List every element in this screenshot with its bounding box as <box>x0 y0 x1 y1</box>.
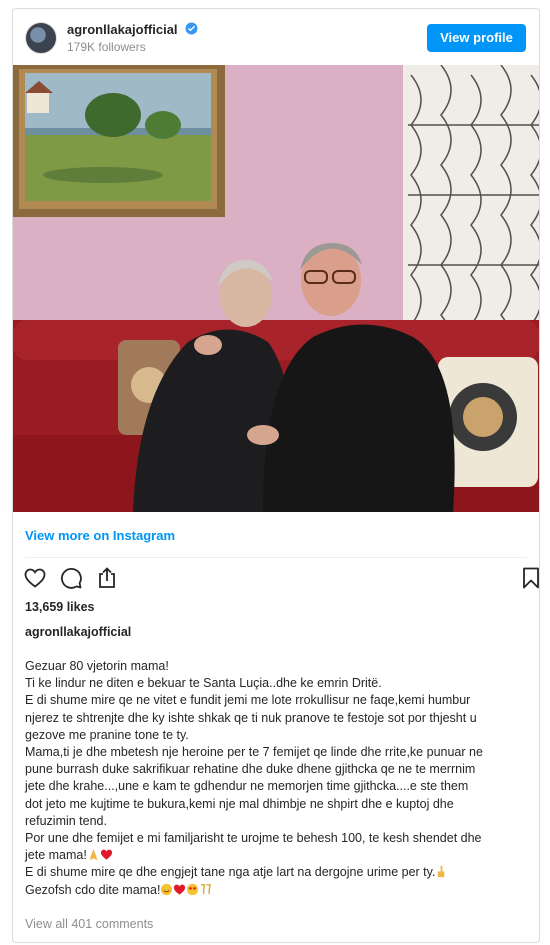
post-photo[interactable] <box>13 65 539 512</box>
caption-text: Gezofsh cdo dite mama! <box>25 882 161 897</box>
caption-text: E di shume mire qe dhe engjejt tane nga … <box>25 865 436 880</box>
verified-badge-icon <box>185 22 198 35</box>
avatar[interactable] <box>25 22 57 54</box>
heart-eyes-icon <box>187 883 199 895</box>
champagne-icon <box>201 883 212 894</box>
caption-line: dot jeto me kujtime te bukura,kemi nje m… <box>25 796 454 811</box>
caption-text: jete mama! <box>25 848 87 863</box>
instagram-embed-card: agronllakajofficial 179K followers View … <box>12 8 540 943</box>
view-profile-button[interactable]: View profile <box>427 24 526 52</box>
followers-count: 179K followers <box>67 40 146 54</box>
red-heart-icon <box>100 849 112 860</box>
caption-line-with-emoji: E di shume mire qe dhe engjejt tane nga … <box>25 864 531 881</box>
heart-outline-icon[interactable] <box>23 566 47 590</box>
comment-icon[interactable] <box>59 566 83 590</box>
post-header: agronllakajofficial 179K followers View … <box>13 9 539 65</box>
caption-line-with-emoji: jete mama! <box>25 847 531 864</box>
divider <box>25 557 527 558</box>
caption-line: Gezuar 80 vjetorin mama! <box>25 659 169 673</box>
caption-author[interactable]: agronllakajofficial <box>25 625 131 639</box>
caption-line: njerez te shtrenjte dhe ky ishte shkak q… <box>25 710 477 725</box>
caption-line: Ti ke lindur ne diten e bekuar te Santa … <box>25 676 382 691</box>
view-more-link[interactable]: View more on Instagram <box>25 528 175 543</box>
caption-line: Por une dhe femijet e mi familjarisht te… <box>25 831 482 846</box>
bookmark-icon[interactable] <box>519 566 543 590</box>
caption-line: Mama,ti je dhe mbetesh nje heroine per t… <box>25 745 483 760</box>
username[interactable]: agronllakajofficial <box>67 22 178 37</box>
photo-illustration <box>13 65 539 512</box>
caption: Gezuar 80 vjetorin mama! Ti ke lindur ne… <box>25 658 531 899</box>
red-heart-icon <box>174 884 186 895</box>
caption-line: refuzimin tend. <box>25 813 107 828</box>
caption-line: gezove me pranine tone te ty. <box>25 727 189 742</box>
pointing-up-icon <box>438 866 445 878</box>
caption-line: pune burrash duke sakrifikuar rehatine d… <box>25 762 476 777</box>
praying-hands-icon <box>89 849 98 861</box>
caption-line: E di shume mire qe ne vitet e fundit jem… <box>25 693 471 708</box>
smiling-face-icon <box>161 883 173 895</box>
caption-line: jete dhe krahe...,une e kam te gdhendur … <box>25 779 469 794</box>
share-icon[interactable] <box>95 566 119 590</box>
view-all-comments-link[interactable]: View all 401 comments <box>25 917 153 931</box>
likes-count[interactable]: 13,659 likes <box>25 600 95 614</box>
caption-line-with-emoji: Gezofsh cdo dite mama! <box>25 882 531 899</box>
